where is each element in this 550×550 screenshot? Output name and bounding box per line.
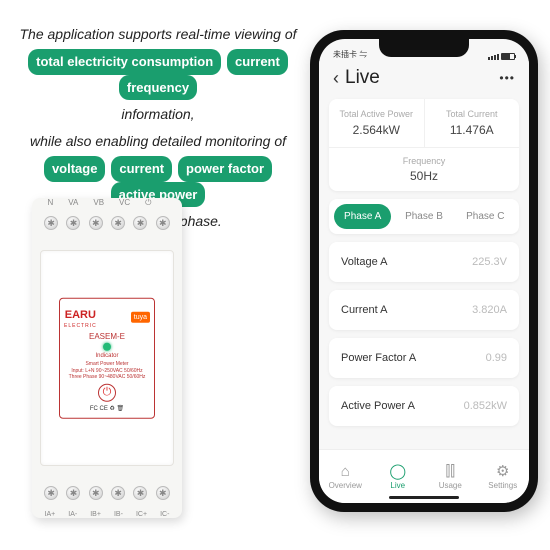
total-current-cell: Total Current 11.476A: [424, 99, 520, 147]
bottom-nav: ⌂ Overview ◯ Live ⫿⫿ Usage ⚙ Settings: [319, 449, 529, 503]
nav-label: Overview: [329, 481, 362, 490]
summary-card: Total Active Power 2.564kW Total Current…: [329, 99, 519, 191]
term-label-ic-minus: IC-: [160, 511, 169, 518]
screw-icon: ✱: [66, 486, 80, 500]
phone-frame: 未插卡 ⇋ ‹ Live ••• Total Active Power 2.56…: [310, 30, 538, 512]
home-indicator: [389, 496, 459, 499]
screw-icon: ✱: [156, 486, 170, 500]
page-title: Live: [345, 67, 499, 89]
screw-icon: ✱: [89, 216, 103, 230]
metric-label: Voltage A: [341, 256, 388, 268]
back-button[interactable]: ‹: [333, 68, 339, 89]
device-label-plate: EARU ELECTRIC tuya EASEM-E Indicator Smar…: [59, 298, 155, 419]
total-current-label: Total Current: [429, 109, 516, 119]
app-header: ‹ Live •••: [319, 61, 529, 99]
term-label-ib-minus: IB-: [114, 511, 123, 518]
term-label-ic-plus: IC+: [136, 511, 147, 518]
chart-icon: ⫿⫿: [445, 464, 455, 479]
screw-icon: ✱: [111, 216, 125, 230]
metric-value: 0.852kW: [464, 400, 507, 412]
term-label-ib-plus: IB+: [90, 511, 101, 518]
frequency-label: Frequency: [329, 156, 519, 166]
app-screen: 未插卡 ⇋ ‹ Live ••• Total Active Power 2.56…: [319, 39, 529, 503]
status-icons: [488, 53, 515, 60]
spec-line-2: Three Phase 90~480VAC 50/60Hz: [64, 374, 150, 381]
device-model: EASEM-E: [64, 332, 150, 341]
promo-line-1: The application supports real-time viewi…: [19, 26, 296, 42]
total-current-value: 11.476A: [429, 123, 516, 137]
screw-icon: ✱: [44, 216, 58, 230]
nav-label: Usage: [439, 481, 462, 490]
nav-overview[interactable]: ⌂ Overview: [319, 450, 372, 503]
tab-phase-a[interactable]: Phase A: [334, 204, 391, 229]
pill-current-2: current: [111, 156, 172, 181]
screw-icon: ✱: [111, 486, 125, 500]
metric-value: 0.99: [486, 352, 507, 364]
pill-total-consumption: total electricity consumption: [28, 49, 221, 74]
indicator-led-icon: [103, 343, 111, 351]
signal-icon: [488, 54, 499, 60]
brand-sub: ELECTRIC: [64, 323, 97, 329]
metric-power-factor[interactable]: Power Factor A 0.99: [329, 338, 519, 378]
screw-icon: ✱: [156, 216, 170, 230]
battery-icon: [501, 53, 515, 60]
tab-phase-c[interactable]: Phase C: [457, 204, 514, 229]
tab-phase-b[interactable]: Phase B: [395, 204, 452, 229]
total-power-label: Total Active Power: [333, 109, 420, 119]
screw-icon: ✱: [133, 216, 147, 230]
frequency-cell: Frequency 50Hz: [329, 147, 519, 191]
screw-icon: ✱: [89, 486, 103, 500]
pill-frequency: frequency: [119, 75, 197, 100]
metric-voltage[interactable]: Voltage A 225.3V: [329, 242, 519, 282]
screw-icon: ✱: [66, 216, 80, 230]
metric-current[interactable]: Current A 3.820A: [329, 290, 519, 330]
phase-tabs: Phase A Phase B Phase C: [329, 199, 519, 234]
status-carrier: 未插卡 ⇋: [333, 49, 367, 60]
total-power-cell: Total Active Power 2.564kW: [329, 99, 424, 147]
hardware-device: N VA VB VC ⏻ ✱✱✱✱✱✱ EARUELECTRIC tuya EA…: [32, 198, 182, 518]
screw-icon: ✱: [44, 486, 58, 500]
screw-icon: ✱: [133, 486, 147, 500]
tuya-badge: tuya: [131, 311, 150, 322]
device-spec: Smart Power Meter Input: L+N 90~250VAC 5…: [64, 361, 150, 381]
power-button-icon: ⏻: [98, 383, 116, 401]
indicator-label: Indicator: [64, 353, 150, 359]
nav-label: Settings: [488, 481, 517, 490]
metric-value: 225.3V: [472, 256, 507, 268]
term-label-ia-minus: IA-: [68, 511, 77, 518]
cert-icons: FC CE ♻ 🗑: [64, 404, 150, 411]
live-icon: ◯: [389, 464, 406, 479]
nav-settings[interactable]: ⚙ Settings: [477, 450, 530, 503]
device-bottom-labels: IA+ IA- IB+ IB- IC+ IC-: [32, 511, 182, 518]
metric-value: 3.820A: [472, 304, 507, 316]
pill-current: current: [227, 49, 288, 74]
pill-power-factor: power factor: [178, 156, 272, 181]
home-icon: ⌂: [341, 464, 350, 479]
metric-label: Current A: [341, 304, 387, 316]
device-bottom-terminals: ✱ ✱ ✱ ✱ ✱ ✱: [32, 476, 182, 510]
device-top-terminals: ✱ ✱ ✱ ✱ ✱ ✱: [32, 206, 182, 240]
more-button[interactable]: •••: [499, 71, 515, 85]
metric-active-power[interactable]: Active Power A 0.852kW: [329, 386, 519, 426]
metric-label: Power Factor A: [341, 352, 416, 364]
device-body: EARU ELECTRIC tuya EASEM-E Indicator Smar…: [40, 250, 174, 466]
phone-notch: [379, 39, 469, 57]
term-label-ia-plus: IA+: [45, 511, 56, 518]
promo-line-3: while also enabling detailed monitoring …: [30, 133, 286, 149]
promo-line-2: information,: [121, 106, 194, 122]
total-power-value: 2.564kW: [333, 123, 420, 137]
gear-icon: ⚙: [496, 464, 509, 479]
nav-label: Live: [390, 481, 405, 490]
pill-voltage: voltage: [44, 156, 106, 181]
brand-logo: EARU: [65, 309, 96, 321]
frequency-value: 50Hz: [329, 169, 519, 183]
metric-label: Active Power A: [341, 400, 415, 412]
